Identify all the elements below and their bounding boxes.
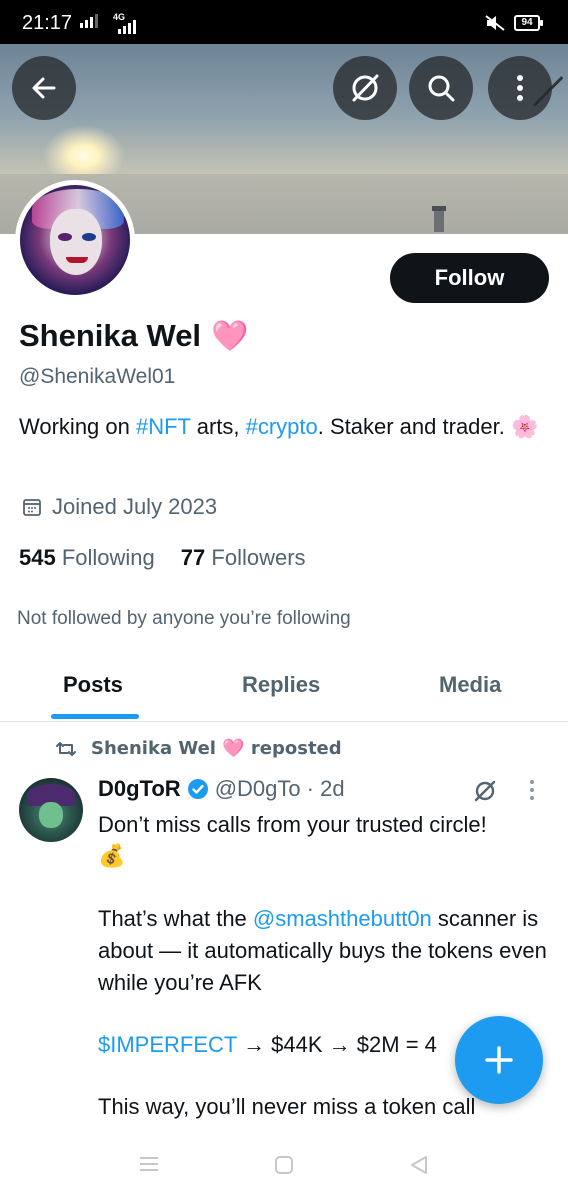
post-time: · 2d [306, 776, 345, 801]
pink-heart-emoji: 🩷 [211, 318, 249, 354]
recent-apps-icon[interactable] [138, 1154, 160, 1179]
profile-name: Shenika Wel [19, 318, 202, 353]
system-nav-bar [0, 1130, 568, 1199]
money-bag-emoji: 💰 [98, 844, 126, 869]
post-author-avatar[interactable] [19, 778, 83, 842]
post-line-2a: That’s what the [98, 906, 253, 931]
home-icon[interactable] [273, 1154, 295, 1181]
cashtag-link[interactable]: $IMPERFECT [98, 1032, 237, 1057]
followers-link[interactable]: 77 Followers [181, 545, 306, 571]
repost-text: Shenika Wel 🩷 reposted [91, 738, 342, 759]
joined-date-row: Joined July 2023 [22, 494, 217, 520]
more-options-button[interactable] [488, 56, 552, 120]
search-button[interactable] [409, 56, 473, 120]
joined-date: Joined July 2023 [52, 494, 218, 519]
bio-text-3: . Staker and trader. [317, 414, 511, 439]
banner-lighthouse [432, 206, 446, 232]
profile-avatar[interactable] [15, 180, 135, 300]
bio-text-2: arts, [190, 414, 246, 439]
profile-name-row: Shenika Wel 🩷 [19, 318, 248, 354]
avatar-eye-right [82, 233, 96, 241]
post-line-3-text: → $44K → $2M = 4 [236, 1032, 437, 1057]
follow-button[interactable]: Follow [390, 253, 549, 303]
bio-text-1: Working on [19, 414, 136, 439]
post-avatar-face [39, 802, 63, 828]
following-count: 545 [19, 545, 56, 570]
status-time: 21:17 [22, 12, 73, 34]
mention-link[interactable]: @smashthebutt0n [253, 906, 432, 931]
avatar-eye-left [58, 233, 72, 241]
wifi-signal-icon [80, 14, 98, 28]
post-more-icon[interactable] [530, 780, 534, 800]
plus-icon [485, 1046, 513, 1074]
follow-stats: 545 Following 77 Followers [19, 545, 306, 571]
cell-signal-icon [118, 20, 136, 34]
cherry-blossom-emoji: 🌸 [511, 415, 539, 440]
post-line-1: Don’t miss calls from your trusted circl… [98, 812, 487, 837]
repost-icon [56, 741, 76, 756]
active-tab-indicator [51, 714, 139, 719]
post-line-2: That’s what the @smashthebutt0n scanner … [98, 903, 558, 999]
tab-replies[interactable]: Replies [242, 672, 320, 698]
tab-media[interactable]: Media [439, 672, 501, 698]
battery-icon: 94 [514, 15, 543, 31]
grok-button[interactable] [333, 56, 397, 120]
avatar-face [50, 209, 102, 275]
post-author-name[interactable]: D0gToR [98, 776, 181, 802]
tab-posts[interactable]: Posts [63, 672, 123, 698]
avatar-mouth [66, 257, 88, 263]
post-author-handle[interactable]: @D0gTo [215, 776, 301, 802]
search-icon [428, 75, 455, 102]
mute-icon [484, 14, 506, 37]
grok-slash-icon [352, 74, 379, 102]
hashtag-crypto-link[interactable]: #crypto [246, 414, 318, 439]
more-vertical-icon [517, 75, 523, 101]
verified-badge-icon [187, 779, 208, 799]
profile-tabs: Posts Replies Media [0, 662, 568, 722]
back-nav-icon[interactable] [408, 1154, 430, 1181]
status-bar: 21:17 4G 94 [0, 0, 568, 44]
back-button[interactable] [12, 56, 76, 120]
following-label: Following [61, 545, 155, 570]
post-grok-icon[interactable] [472, 778, 498, 809]
profile-handle: @ShenikaWel01 [19, 365, 176, 388]
followers-label: Followers [211, 545, 306, 570]
not-followed-notice: Not followed by anyone you’re following [17, 608, 351, 629]
hashtag-nft-link[interactable]: #NFT [136, 414, 191, 439]
compose-post-button[interactable] [455, 1016, 543, 1104]
arrow-left-icon [32, 77, 56, 99]
calendar-icon [23, 499, 41, 516]
followers-count: 77 [180, 545, 206, 570]
post-header: D0gToR @D0gTo · 2d [98, 776, 345, 802]
repost-indicator[interactable]: Shenika Wel 🩷 reposted [55, 738, 342, 759]
profile-bio: Working on #NFT arts, #crypto. Staker an… [19, 411, 539, 444]
following-link[interactable]: 545 Following [19, 545, 155, 571]
